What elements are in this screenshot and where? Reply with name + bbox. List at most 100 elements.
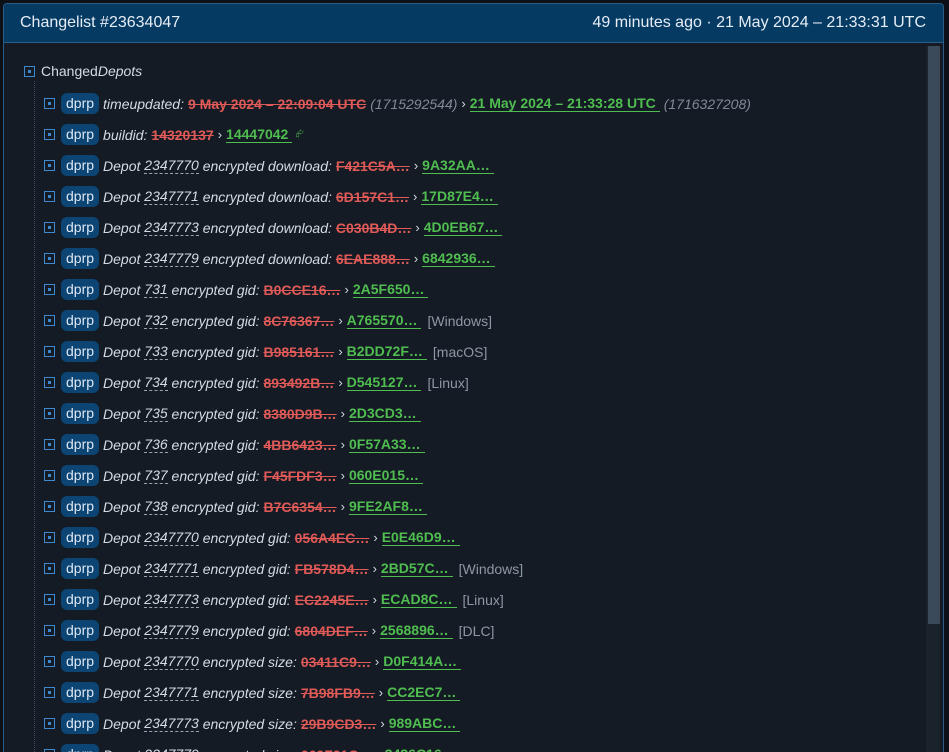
tree-node-box-icon[interactable] xyxy=(44,377,55,388)
old-value: 03411C9… xyxy=(300,653,371,670)
new-value[interactable]: CC2EC7… xyxy=(387,684,461,701)
change-key: encrypted size: xyxy=(202,653,297,670)
change-arrow-icon: › xyxy=(376,747,380,752)
depot-prefix: Depot xyxy=(103,622,141,639)
depot-id-link[interactable]: 737 xyxy=(144,467,168,484)
change-type-badge: dprp xyxy=(61,434,100,455)
tree-node-box-icon[interactable] xyxy=(44,408,55,419)
depot-id-link[interactable]: 2347779 xyxy=(144,250,199,267)
tree-node-box-icon[interactable] xyxy=(44,532,55,543)
root-label-emph: Depots xyxy=(97,63,143,79)
depot-id-link[interactable]: 2347779 xyxy=(144,622,199,639)
new-value[interactable]: 0F57A33… xyxy=(348,436,425,453)
tree-node-box-icon[interactable] xyxy=(44,315,55,326)
depot-prefix: Depot xyxy=(103,747,140,752)
changelist-title[interactable]: Changelist #23634047 xyxy=(20,14,180,32)
tree-node-box-icon[interactable] xyxy=(44,160,55,171)
change-key: encrypted gid: xyxy=(202,591,291,608)
change-rows: dprp timeupdated: 9 May 2024 – 22:09:04 UT… xyxy=(44,88,923,752)
tree-node-box-icon[interactable] xyxy=(44,718,55,729)
change-arrow-icon: › xyxy=(373,530,378,545)
platform-label: [Linux] xyxy=(427,374,469,391)
new-value[interactable]: 3436C16… xyxy=(385,746,460,752)
new-value[interactable]: A765570… xyxy=(346,312,422,329)
tree-node-box-icon[interactable] xyxy=(44,656,55,667)
depot-id-link[interactable]: 2347771 xyxy=(144,188,199,205)
depot-id-link[interactable]: 733 xyxy=(144,343,168,360)
depot-id-link[interactable]: 2347770 xyxy=(144,653,199,670)
depot-id-link[interactable]: 2347771 xyxy=(144,560,199,577)
tree-node-box-icon[interactable] xyxy=(44,222,55,233)
change-type-badge: dprp xyxy=(61,248,100,269)
tree-node-box-icon[interactable] xyxy=(24,65,35,77)
depot-id-link[interactable]: 731 xyxy=(144,281,168,298)
depot-id-link[interactable]: 2347773 xyxy=(144,715,199,732)
depot-id-link[interactable]: 738 xyxy=(144,498,168,515)
new-value[interactable]: B2DD72F… xyxy=(346,343,427,360)
new-value[interactable]: 14447042 xyxy=(226,126,293,143)
tree-node-box-icon[interactable] xyxy=(44,346,55,357)
change-row: dprp Depot 2347773 encrypted size: 29B9CD3… xyxy=(44,708,923,739)
scrollbar-thumb[interactable] xyxy=(928,46,940,624)
tree-node-box-icon[interactable] xyxy=(44,439,55,450)
tree-node-box-icon[interactable] xyxy=(44,470,55,481)
new-value[interactable]: 2D3CD3… xyxy=(348,405,421,422)
new-value[interactable]: 2568896… xyxy=(380,622,453,639)
new-value[interactable]: 2BD57C… xyxy=(380,560,453,577)
depot-id-link[interactable]: 2347773 xyxy=(144,219,199,236)
tree-node-box-icon[interactable] xyxy=(44,501,55,512)
change-row: dprp Depot 735 encrypted gid: 8380D9B… › 2D3… xyxy=(44,398,923,429)
change-type-badge: dprp xyxy=(61,589,100,610)
new-value[interactable]: 6842936… xyxy=(422,250,495,267)
tree-node-box-icon[interactable] xyxy=(44,594,55,605)
tree-node-box-icon[interactable] xyxy=(44,563,55,574)
change-type-badge: dprp xyxy=(61,403,100,424)
new-value[interactable]: 9FE2AF8… xyxy=(348,498,427,515)
tree-node-box-icon[interactable] xyxy=(44,129,55,140)
change-key: encrypted size: xyxy=(202,715,297,732)
depot-prefix: Depot xyxy=(103,250,141,267)
change-row: dprp buildid: 14320137 › 14447042 ⮳ xyxy=(44,119,923,150)
change-type-badge: dprp xyxy=(61,372,100,393)
new-value[interactable]: 9A32AA… xyxy=(422,157,494,174)
tree-node-box-icon[interactable] xyxy=(44,284,55,295)
new-value[interactable]: 4D0EB67… xyxy=(423,219,503,236)
tree-node-box-icon[interactable] xyxy=(44,625,55,636)
change-row: dprp Depot 734 encrypted gid: 893492B… › D54… xyxy=(44,367,923,398)
depot-id-link[interactable]: 734 xyxy=(144,374,168,391)
depot-id-link[interactable]: 736 xyxy=(144,436,168,453)
depot-id-link[interactable]: 2347770 xyxy=(144,157,199,174)
change-row: dprp Depot 2347773 encrypted download: C03… xyxy=(44,212,923,243)
depot-id-link[interactable]: 732 xyxy=(144,312,168,329)
new-value[interactable]: ECAD8C… xyxy=(380,591,457,608)
new-value[interactable]: E0E46D9… xyxy=(381,529,460,546)
change-type-badge: dprp xyxy=(61,155,100,176)
tree-root[interactable]: Changed Depots xyxy=(24,61,142,81)
new-value[interactable]: D0F414A… xyxy=(383,653,462,670)
external-link-icon[interactable]: ⮳ xyxy=(295,128,304,141)
new-value[interactable]: 989ABC… xyxy=(388,715,461,732)
depot-id-link[interactable]: 2347770 xyxy=(144,529,199,546)
old-value: B7C6354… xyxy=(263,498,337,515)
change-arrow-icon: › xyxy=(372,561,377,576)
tree-node-box-icon[interactable] xyxy=(44,253,55,264)
change-key: encrypted gid: xyxy=(171,467,260,484)
new-value[interactable]: D545127… xyxy=(346,374,422,391)
new-value[interactable]: 2A5F650… xyxy=(352,281,429,298)
depot-id-link[interactable]: 2347779 xyxy=(144,746,199,752)
depot-id-link[interactable]: 2347773 xyxy=(144,591,199,608)
tree-node-box-icon[interactable] xyxy=(44,191,55,202)
tree-node-box-icon[interactable] xyxy=(44,687,55,698)
depot-prefix: Depot xyxy=(103,219,141,236)
change-row: dprp Depot 738 encrypted gid: B7C6354… › 9FE… xyxy=(44,491,923,522)
changelist-time: 49 minutes ago · 21 May 2024 – 21:33:31 … xyxy=(592,14,926,31)
vertical-scrollbar[interactable] xyxy=(926,46,940,752)
new-value[interactable]: 060E015… xyxy=(348,467,424,484)
depot-id-link[interactable]: 2347771 xyxy=(144,684,199,701)
new-value[interactable]: 17D87E4… xyxy=(421,188,498,205)
change-type-badge: dprp xyxy=(61,465,100,486)
new-value[interactable]: 21 May 2024 – 21:33:28 UTC xyxy=(469,95,660,112)
tree-node-box-icon[interactable] xyxy=(44,98,55,109)
depot-id-link[interactable]: 735 xyxy=(144,405,168,422)
old-value: 8C76367… xyxy=(263,312,335,329)
